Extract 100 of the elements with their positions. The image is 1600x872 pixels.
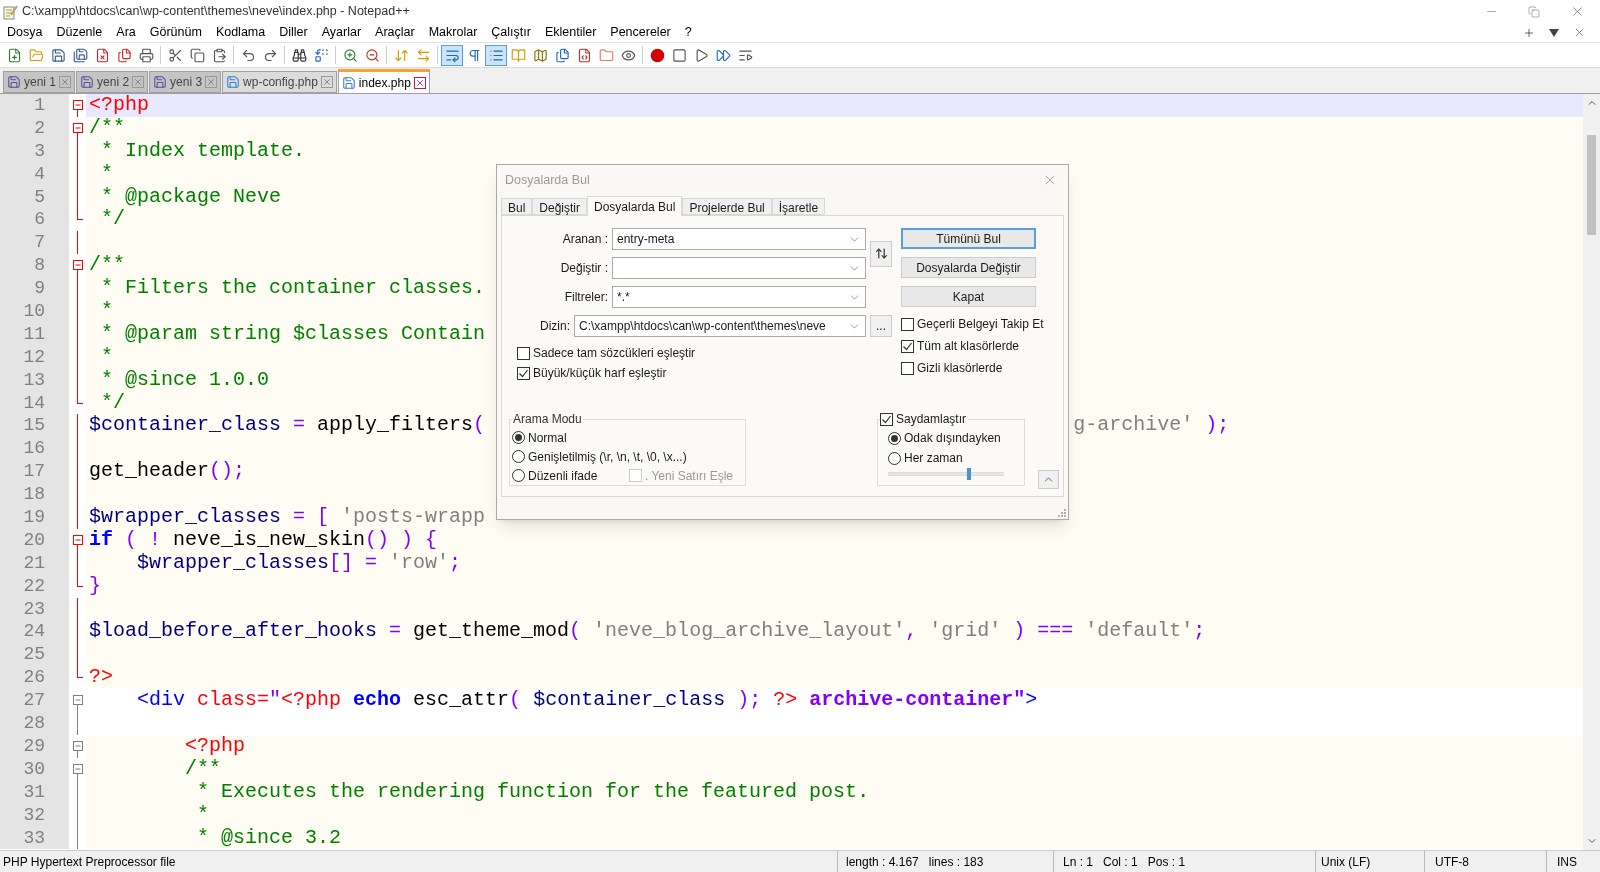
menu-item[interactable]: ? — [677, 23, 699, 42]
line-number: 10 — [0, 300, 69, 323]
dialog-tab[interactable]: Değiştir — [532, 198, 588, 215]
code-line: <div class="<?php echo esc_attr( $container_class ); ?> archive-container"> — [136, 688, 1038, 712]
radio-button[interactable] — [888, 451, 901, 465]
close-icon[interactable] — [320, 76, 333, 88]
vertical-scrollbar[interactable] — [1583, 94, 1600, 850]
fold-box-icon[interactable] — [72, 100, 83, 110]
browse-button[interactable]: ... — [870, 315, 892, 337]
status-text: PHP Hypertext Preprocessor file — [3, 853, 176, 871]
close-icon[interactable] — [413, 76, 426, 89]
code-line: * — [100, 299, 113, 322]
menu-item[interactable]: Görünüm — [142, 23, 209, 42]
menu-item[interactable]: Dosya — [0, 23, 50, 42]
plus-icon[interactable] — [1523, 26, 1535, 39]
line-number: 12 — [0, 345, 69, 369]
status-text: length : 4.167 — [846, 853, 919, 871]
toolbar-button[interactable] — [441, 44, 463, 66]
scissors-icon — [167, 47, 183, 63]
record-icon — [649, 47, 665, 63]
fold-box-icon[interactable] — [72, 122, 83, 133]
swap-button[interactable] — [870, 240, 892, 267]
file-tab[interactable]: yeni 2 — [76, 71, 149, 93]
line-number: 7 — [0, 231, 69, 255]
status-text: Ln : 1 — [1063, 853, 1094, 871]
save-icon — [80, 75, 95, 89]
file-tab[interactable]: yeni 1 — [3, 71, 76, 93]
files-icon — [554, 47, 570, 63]
line-number: 6 — [0, 208, 69, 232]
menu-item[interactable]: Çalıştır — [484, 23, 538, 42]
files-icon — [116, 47, 132, 63]
arrows-vertical-icon — [393, 47, 409, 63]
checkbox[interactable] — [517, 366, 530, 380]
combo-field[interactable]: C:\xampp\htdocs\can\wp-content\themes\neve — [574, 315, 866, 337]
code-line: */ — [100, 390, 125, 414]
file-tab[interactable]: index.php — [337, 69, 430, 93]
menu-item[interactable]: Pencereler — [603, 23, 678, 42]
fold-box-icon[interactable] — [72, 260, 83, 271]
checkbox[interactable] — [901, 317, 914, 331]
dialog-button[interactable]: Dosyalarda Değiştir — [901, 257, 1036, 278]
line-number: 17 — [0, 460, 69, 484]
code-line: * @param string $classes Contain — [100, 321, 486, 345]
menu-item[interactable]: Makrolar — [421, 23, 485, 42]
menu-item[interactable]: Diller — [272, 23, 315, 42]
group-title: Arama Modu — [512, 411, 583, 428]
code-line: $wrapper_classes[] = 'row'; — [136, 550, 462, 574]
fold-box-icon[interactable] — [72, 740, 83, 751]
field-label: Değiştir : — [559, 260, 608, 277]
menu-item[interactable]: Kodlama — [208, 23, 273, 42]
checkbox[interactable] — [901, 339, 914, 353]
menu-item[interactable]: Ayarlar — [314, 23, 369, 42]
radio-button[interactable] — [512, 469, 525, 482]
checkbox[interactable] — [880, 412, 893, 426]
fold-box-icon[interactable] — [72, 695, 83, 706]
checkbox[interactable] — [901, 361, 914, 375]
dialog-tab[interactable]: İşaretle — [771, 198, 826, 215]
save-icon — [153, 75, 168, 89]
combo-field[interactable] — [612, 257, 866, 279]
checkbox-label: Saydamlaştır — [896, 411, 967, 428]
file-tab[interactable]: wp-config.php — [222, 71, 337, 93]
dialog-tab[interactable]: Projelerde Bul — [682, 198, 772, 215]
field-label: Aranan : — [561, 231, 608, 248]
slider-thumb[interactable] — [967, 468, 972, 480]
menu-item[interactable]: Araçlar — [368, 23, 422, 42]
radio-button[interactable] — [512, 450, 525, 463]
menu-item[interactable]: Düzenle — [49, 23, 110, 42]
close-icon[interactable] — [1573, 26, 1586, 39]
fold-box-icon[interactable] — [72, 534, 83, 545]
menu-item[interactable]: Eklentiler — [537, 23, 604, 42]
radio-button[interactable] — [888, 431, 901, 445]
line-number: 3 — [0, 139, 69, 163]
save-icon — [50, 47, 66, 63]
dialog-button[interactable]: Kapat — [901, 286, 1036, 307]
resize-grip-icon[interactable] — [1057, 508, 1066, 517]
line-number: 1 — [0, 94, 69, 117]
line-number: 19 — [0, 506, 69, 529]
menu-item[interactable]: Ara — [109, 23, 143, 42]
line-number: 29 — [0, 734, 69, 758]
dialog-tab[interactable]: Dosyalarda Bul — [587, 196, 683, 216]
close-icon[interactable] — [1570, 4, 1585, 19]
dialog-title: Dosyalarda Bul — [505, 171, 590, 189]
code-line: get_header(); — [89, 459, 246, 483]
scrollbar-thumb[interactable] — [1587, 135, 1596, 235]
file-tab[interactable]: yeni 3 — [149, 71, 222, 93]
code-line: * @since 3.2 — [196, 825, 342, 849]
triangle-down-icon[interactable] — [1549, 28, 1559, 37]
checkbox[interactable] — [517, 346, 530, 360]
fold-box-icon[interactable] — [72, 763, 83, 774]
code-line: * Index template. — [100, 138, 306, 162]
status-text: INS — [1557, 853, 1577, 871]
checkbox-label: Büyük/küçük harf eşleştir — [533, 365, 667, 382]
radio-button[interactable] — [512, 431, 525, 444]
combo-field[interactable]: entry-meta — [612, 228, 866, 250]
field-label: Dizin: — [539, 318, 570, 335]
dialog-tab[interactable]: Bul — [501, 198, 533, 215]
dialog-button[interactable]: Tümünü Bul — [901, 228, 1036, 249]
code-line: ?> — [89, 665, 113, 689]
line-number: 31 — [0, 780, 69, 804]
checkbox-label: Tüm alt klasörlerde — [917, 338, 1020, 355]
combo-field[interactable]: *.* — [612, 286, 866, 308]
